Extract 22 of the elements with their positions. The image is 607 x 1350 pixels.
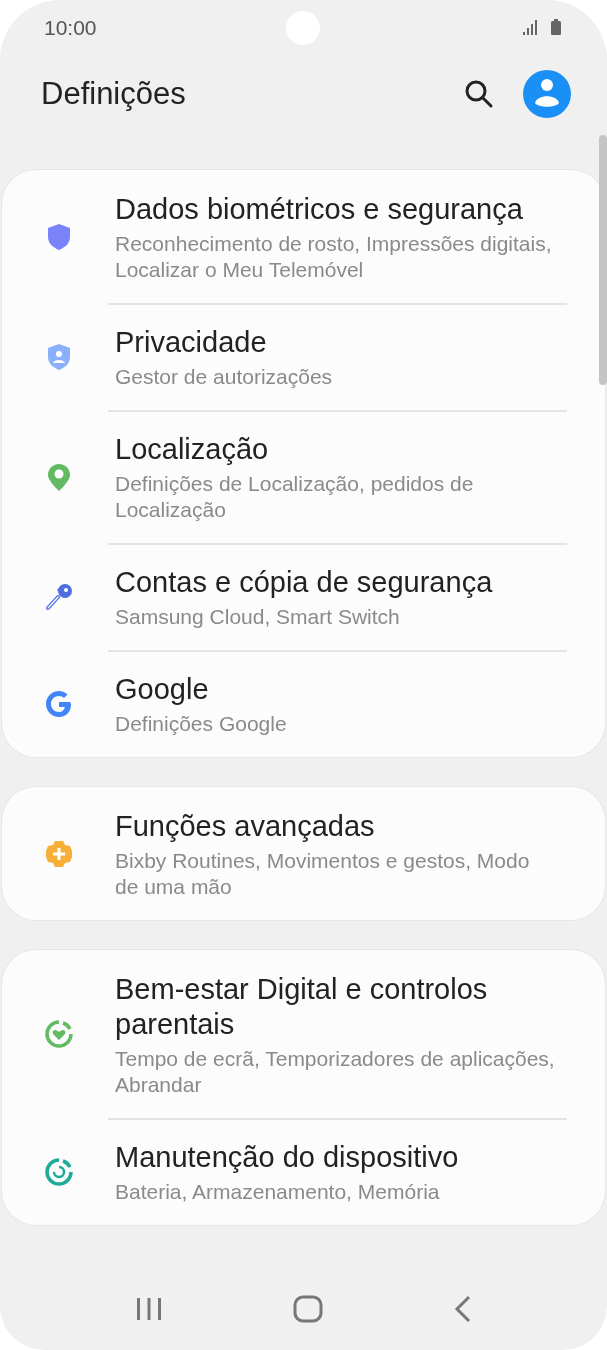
- avatar-icon: [523, 69, 571, 118]
- settings-item[interactable]: Dados biométricos e segurança Reconhecimento de rosto, Impressões digitais, Localizar o Meu Telemóvel: [2, 170, 605, 303]
- settings-item[interactable]: Privacidade Gestor de autorizações: [2, 303, 605, 410]
- back-button[interactable]: [453, 1295, 472, 1323]
- settings-item[interactable]: Funções avançadas Bixby Routines, Movimentos e gestos, Modo de uma mão: [2, 787, 605, 920]
- profile-button[interactable]: [523, 69, 571, 118]
- recent-apps-icon: [135, 1297, 162, 1321]
- settings-item[interactable]: Contas e cópia de segurança Samsung Cloud, Smart Switch: [2, 543, 605, 650]
- settings-item[interactable]: Google Definições Google: [2, 650, 605, 757]
- settings-item[interactable]: Bem-estar Digital e controlos parentais Tempo de ecrã, Temporizadores de aplicações, Abrandar: [2, 950, 605, 1118]
- home-button[interactable]: [292, 1295, 323, 1323]
- signal-battery-icon: [523, 18, 563, 38]
- recent-apps-button[interactable]: [135, 1297, 162, 1321]
- page-title: Definições: [41, 75, 187, 112]
- scrollbar[interactable]: [599, 135, 607, 385]
- settings-item[interactable]: Manutenção do dispositivo Bateria, Armazenamento, Memória: [2, 1118, 605, 1225]
- settings-item[interactable]: Localização Definições de Localização, pedidos de Localização: [2, 410, 605, 543]
- refresh-ring-icon: [42, 1155, 75, 1188]
- heart-ring-icon: [42, 1018, 75, 1050]
- home-icon: [292, 1295, 323, 1323]
- status-time: 10:00: [44, 16, 97, 40]
- back-icon: [453, 1295, 472, 1323]
